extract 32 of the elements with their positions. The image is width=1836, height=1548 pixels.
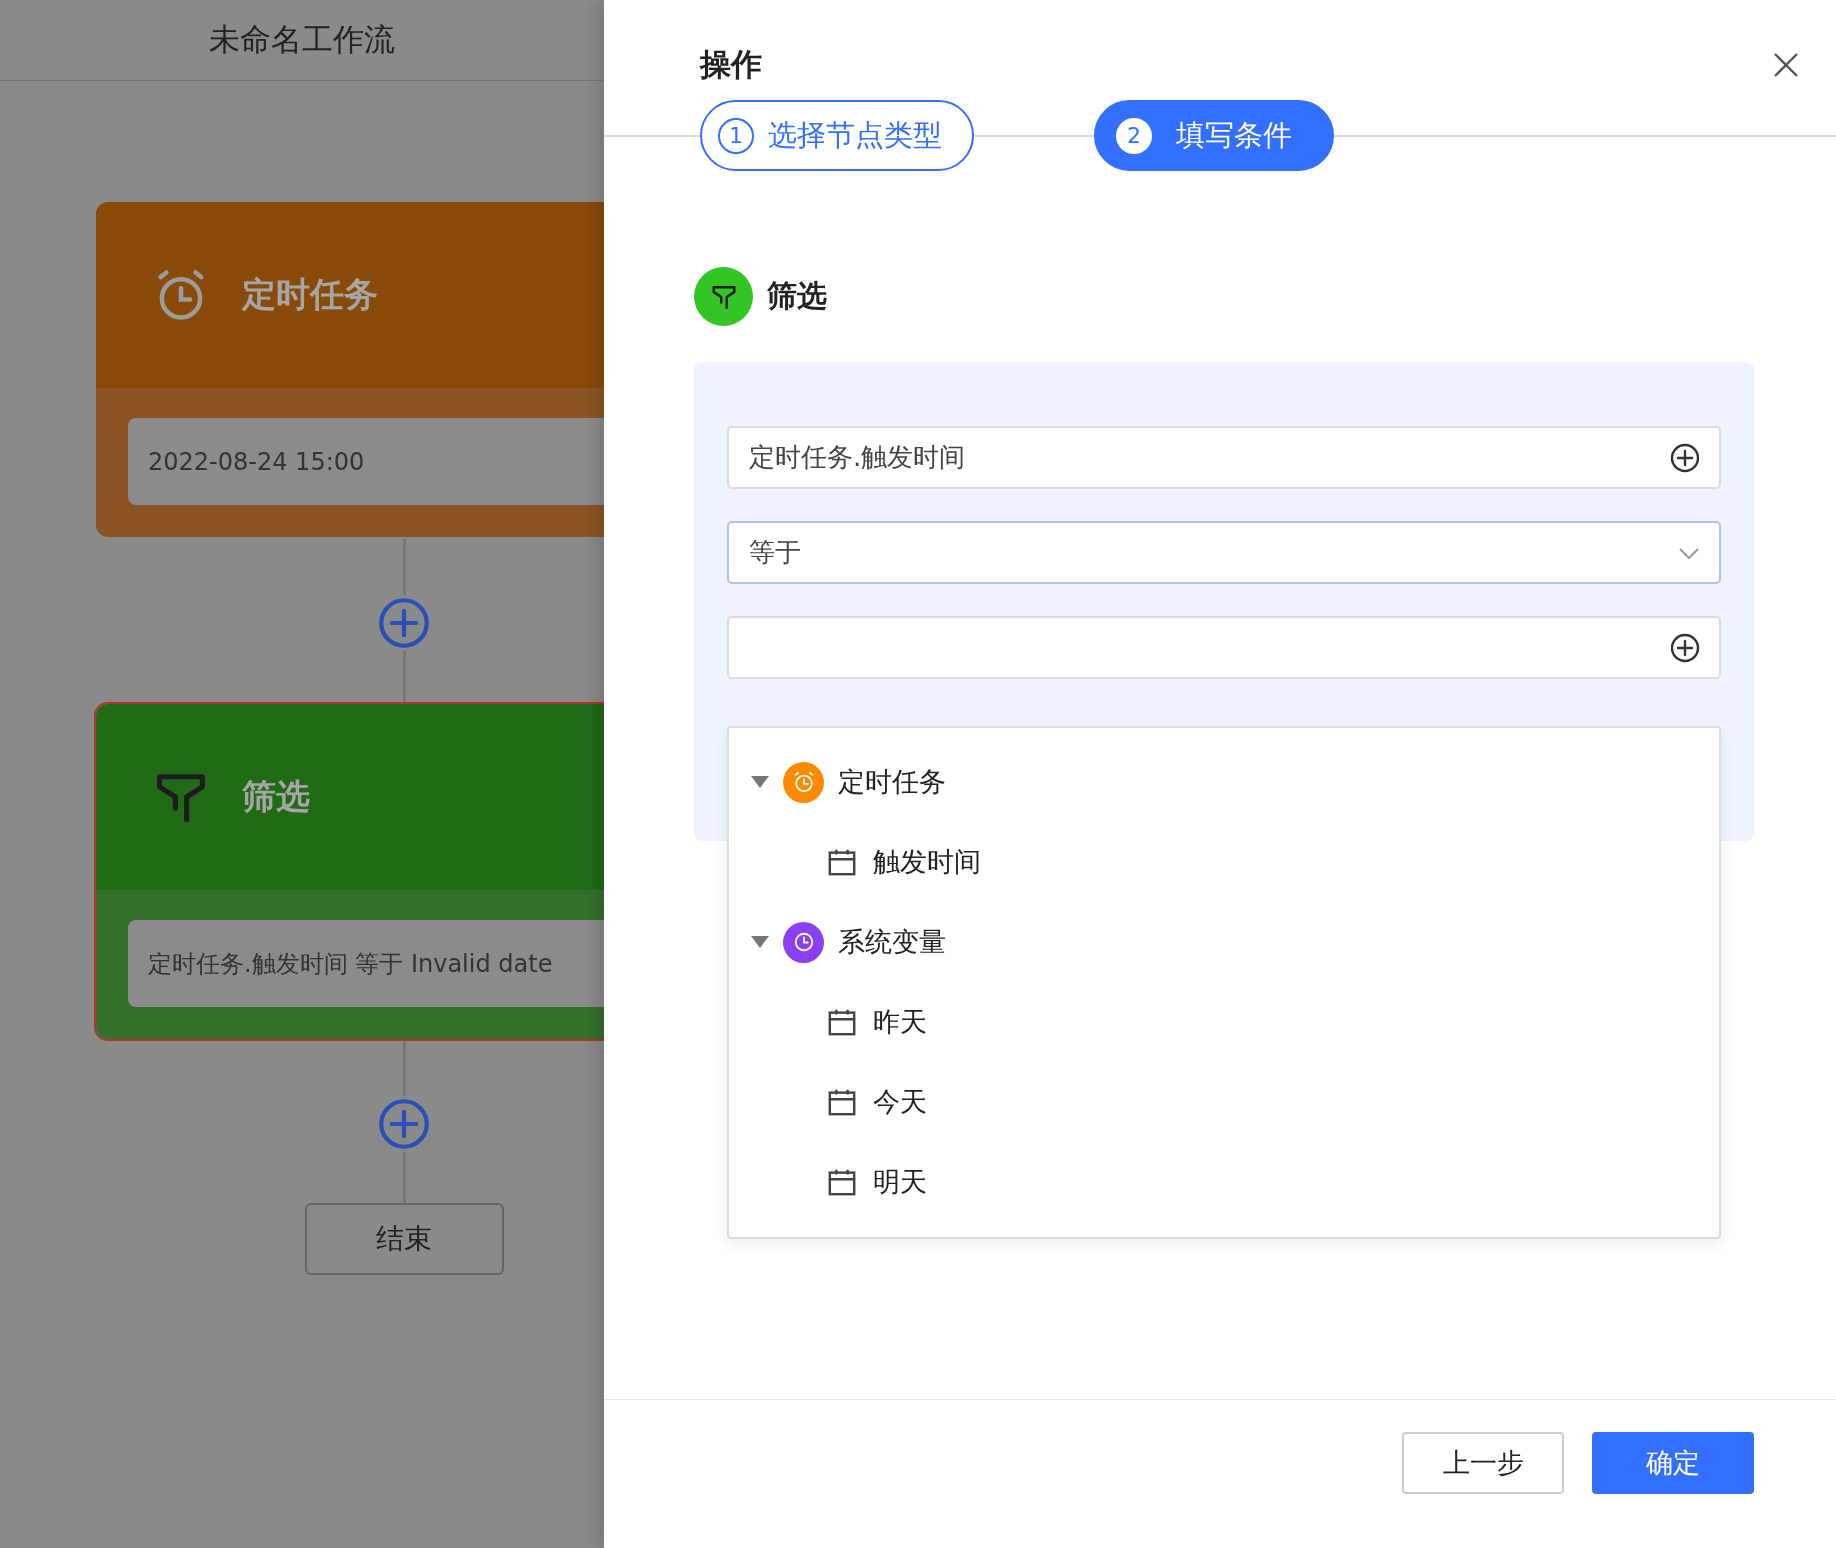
calendar-icon xyxy=(827,1007,857,1037)
back-button[interactable]: 上一步 xyxy=(1402,1432,1564,1494)
drawer-title: 操作 xyxy=(700,45,762,84)
calendar-icon xyxy=(827,1087,857,1117)
tree-item[interactable]: 明天 xyxy=(873,1164,927,1200)
step-number: 1 xyxy=(718,117,754,154)
operator-select[interactable]: 等于 xyxy=(727,521,1721,584)
section-title: 筛选 xyxy=(767,277,827,315)
calendar-icon xyxy=(827,847,857,877)
variable-field[interactable]: 定时任务.触发时间 xyxy=(727,426,1721,489)
calendar-icon xyxy=(827,1167,857,1197)
close-icon[interactable] xyxy=(1772,51,1800,79)
end-node[interactable]: 结束 xyxy=(304,1203,504,1275)
confirm-button[interactable]: 确定 xyxy=(1592,1432,1754,1494)
step-tab[interactable]: 2 填写条件 xyxy=(1094,100,1334,171)
tree-item[interactable]: 今天 xyxy=(873,1084,927,1120)
tree-item[interactable]: 定时任务 xyxy=(838,764,946,800)
step-number: 2 xyxy=(1116,117,1152,154)
workflow-title: 未命名工作流 xyxy=(209,20,395,59)
tree-item[interactable]: 系统变量 xyxy=(838,924,946,960)
caret-icon[interactable] xyxy=(751,935,769,949)
tree-item[interactable]: 昨天 xyxy=(873,1004,927,1040)
step-tab[interactable]: 1 选择节点类型 xyxy=(700,100,974,171)
caret-icon[interactable] xyxy=(751,775,769,789)
node-summary: 2022-08-24 15:00 xyxy=(128,418,604,505)
variable-field[interactable] xyxy=(727,616,1721,679)
node-summary: 定时任务.触发时间 等于 Invalid date xyxy=(128,920,604,1007)
tree-item[interactable]: 触发时间 xyxy=(873,844,981,880)
add-icon[interactable] xyxy=(1669,631,1701,664)
node-title: 筛选 xyxy=(242,775,310,818)
add-icon[interactable] xyxy=(1669,441,1701,474)
node-title: 定时任务 xyxy=(242,273,378,316)
